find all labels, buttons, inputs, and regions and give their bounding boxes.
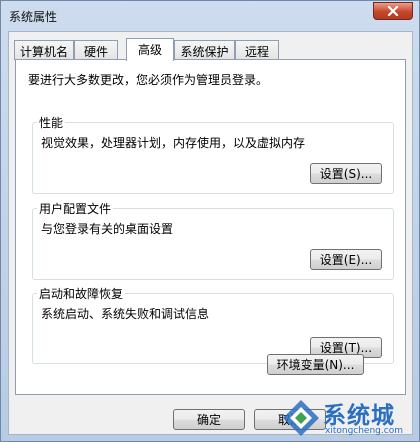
advanced-tab-page: 要进行大多数更改，您必须作为管理员登录。 性能 视觉效果，处理器计划，内存使用，… — [15, 59, 406, 395]
user-profiles-description: 与您登录有关的桌面设置 — [41, 222, 174, 236]
performance-title: 性能 — [37, 114, 66, 131]
tab-computer-name[interactable]: 计算机名 — [14, 40, 74, 60]
tab-remote[interactable]: 远程 — [235, 40, 279, 60]
title-bar[interactable]: 系统属性 — [1, 1, 419, 31]
window-title: 系统属性 — [9, 10, 58, 24]
dialog-body: 计算机名 硬件 高级 系统保护 远程 要进行大多数更改，您必须作为管理员登录。 … — [8, 31, 413, 435]
watermark: 系统城 xitongcheng.com — [281, 396, 416, 440]
tab-advanced[interactable]: 高级 — [126, 38, 174, 61]
ok-button[interactable]: 确定 — [173, 409, 245, 430]
performance-group: 性能 视觉效果，处理器计划，内存使用，以及虚拟内存 设置(S)... — [32, 114, 394, 194]
system-properties-window: 系统属性 计算机名 硬件 高级 系统保护 远程 要进行大多数更改，您必须作为管理… — [0, 0, 420, 442]
tab-hardware[interactable]: 硬件 — [74, 40, 118, 60]
user-profiles-group: 用户配置文件 与您登录有关的桌面设置 设置(E)... — [32, 200, 394, 280]
close-button[interactable] — [373, 2, 413, 20]
watermark-logo-icon — [283, 400, 319, 436]
watermark-url: xitongcheng.com — [325, 426, 403, 436]
performance-description: 视觉效果，处理器计划，内存使用，以及虚拟内存 — [41, 136, 306, 150]
user-profiles-settings-button[interactable]: 设置(E)... — [310, 249, 382, 270]
admin-notice: 要进行大多数更改，您必须作为管理员登录。 — [28, 73, 269, 87]
performance-settings-button[interactable]: 设置(S)... — [310, 163, 382, 184]
environment-variables-button[interactable]: 环境变量(N)... — [267, 354, 364, 375]
startup-recovery-title: 启动和故障恢复 — [37, 285, 126, 302]
startup-recovery-description: 系统启动、系统失败和调试信息 — [41, 307, 210, 321]
tab-system-protection[interactable]: 系统保护 — [174, 40, 235, 60]
user-profiles-title: 用户配置文件 — [37, 200, 114, 217]
close-icon — [387, 6, 399, 16]
watermark-text: 系统城 — [323, 403, 395, 429]
